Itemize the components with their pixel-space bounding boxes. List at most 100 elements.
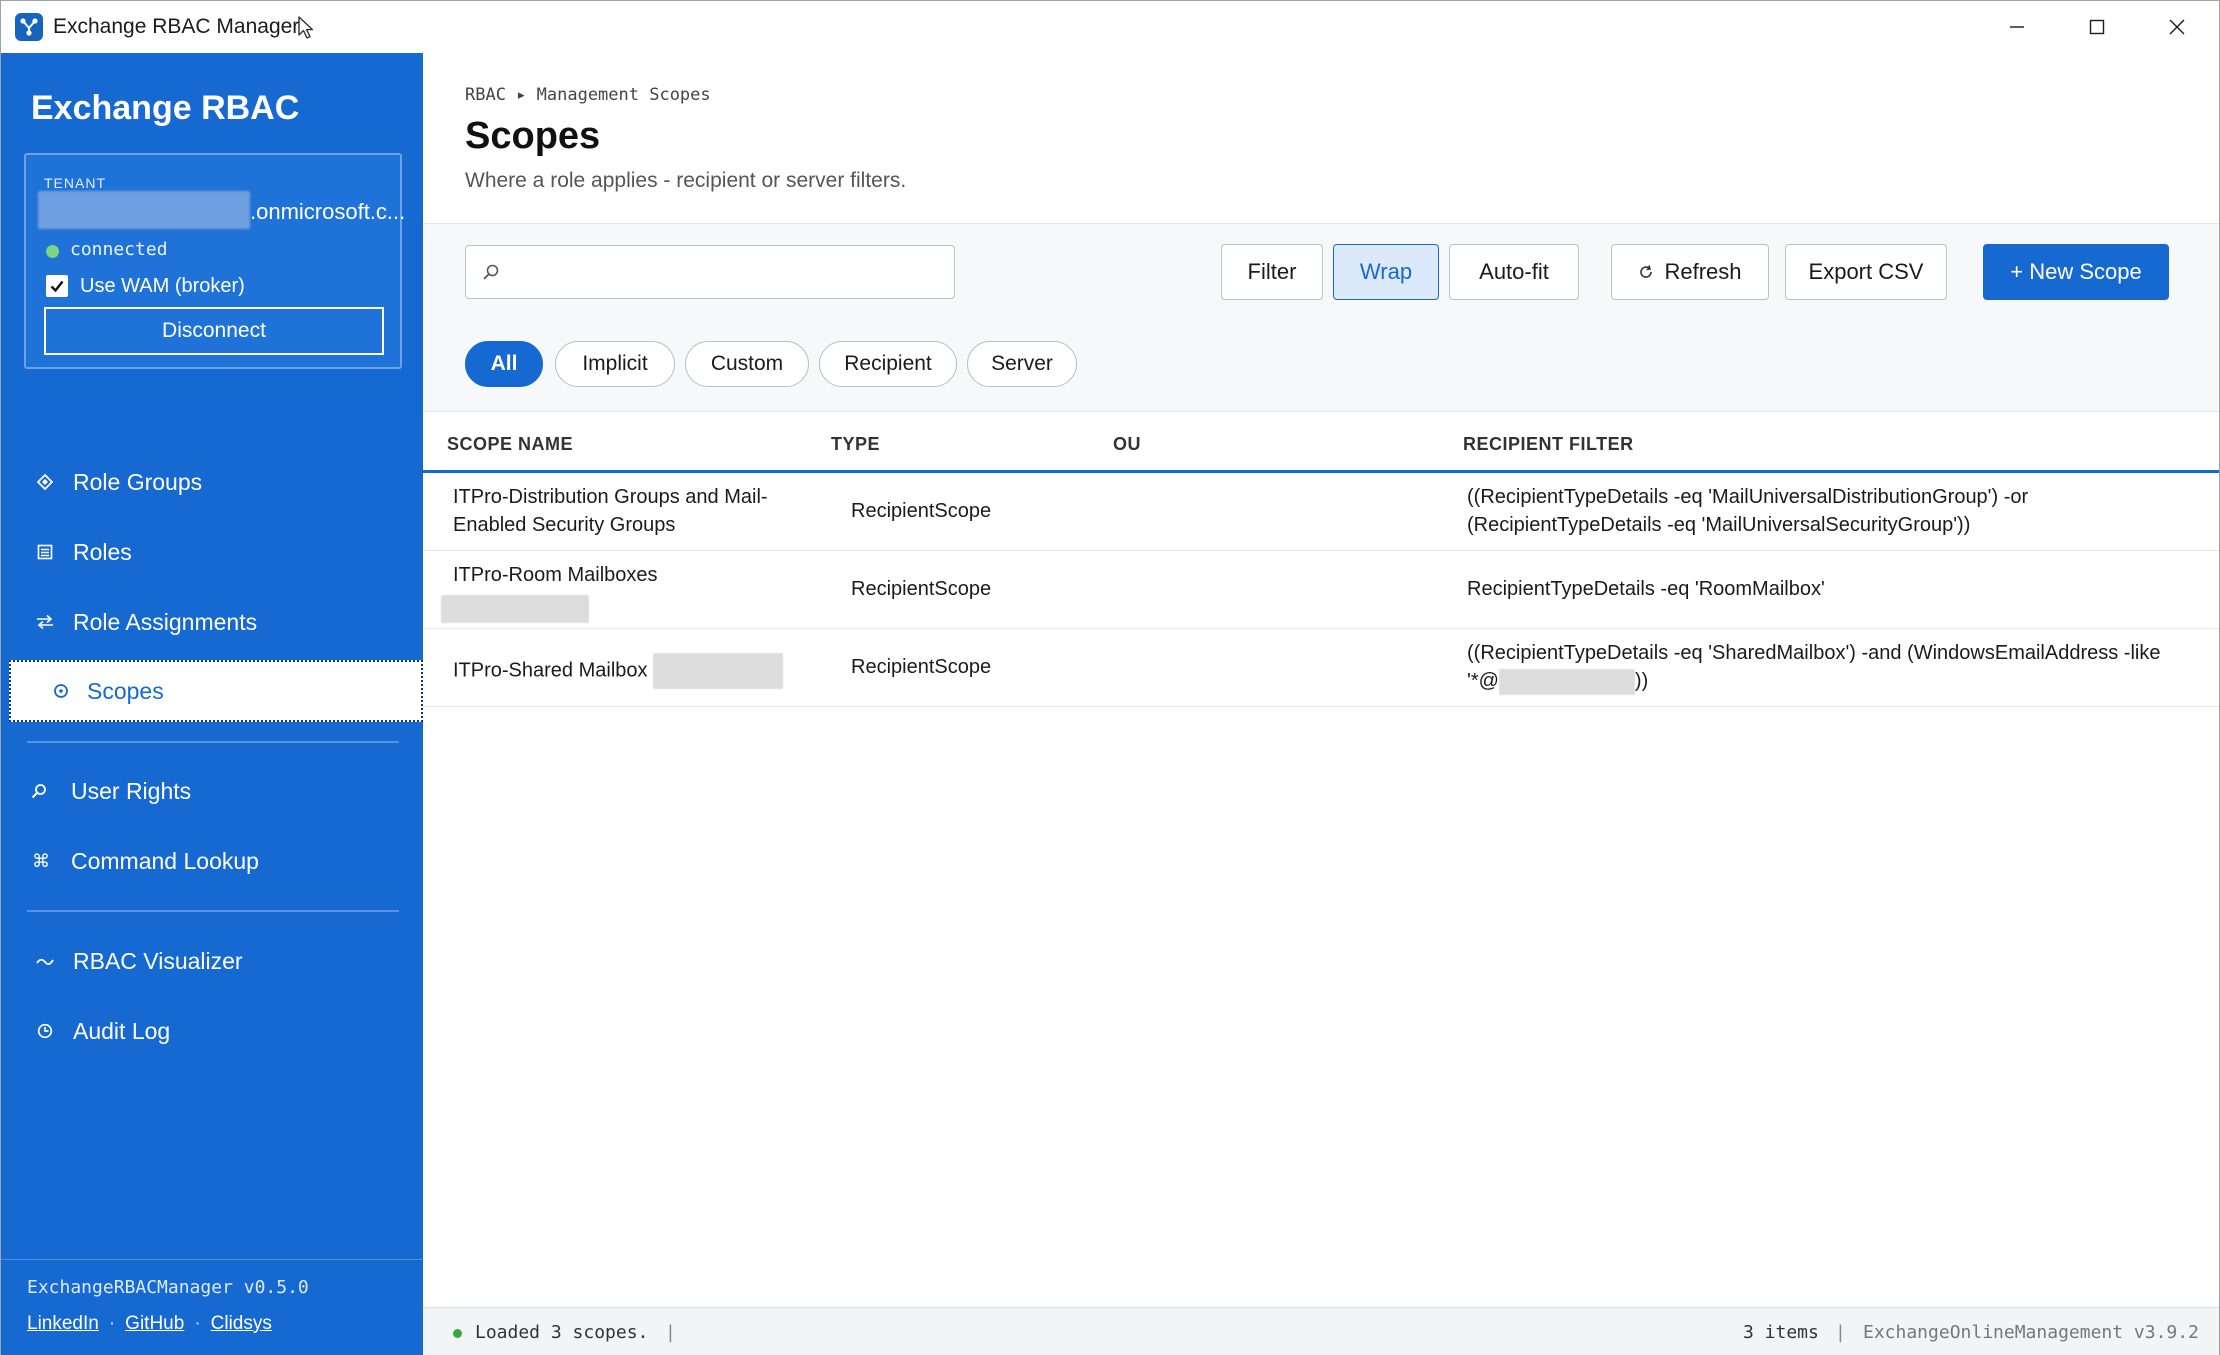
- export-csv-button[interactable]: Export CSV: [1785, 244, 1947, 300]
- wrap-toggle-button[interactable]: Wrap: [1333, 244, 1439, 300]
- chip-recipient[interactable]: Recipient: [819, 341, 957, 387]
- list-icon: [35, 542, 55, 562]
- new-scope-button[interactable]: + New Scope: [1983, 244, 2169, 300]
- maximize-button[interactable]: [2057, 1, 2137, 53]
- scope-name-cell: ITPro-Shared Mailbox: [453, 653, 784, 689]
- filter-line: ((RecipientTypeDetails -eq 'MailUniversa…: [1467, 486, 2029, 508]
- tenant-name-redacted: [38, 191, 250, 229]
- maximize-icon: [2089, 19, 2105, 35]
- nav-label: Scopes: [87, 677, 164, 704]
- autofit-button[interactable]: Auto-fit: [1449, 244, 1579, 300]
- link-separator: ·: [108, 1313, 116, 1334]
- chip-all[interactable]: All: [465, 341, 543, 387]
- refresh-button[interactable]: Refresh: [1611, 244, 1769, 300]
- page-title: Scopes: [465, 115, 601, 157]
- filter-line-2: '*@)): [1467, 667, 2160, 695]
- checkmark-icon: [50, 280, 64, 293]
- tenant-card: TENANT .onmicrosoft.c... connected Use W…: [24, 153, 406, 369]
- redacted-text: [1498, 668, 1635, 695]
- scope-name-cell: ITPro-Distribution Groups and Mail- Enab…: [453, 483, 768, 539]
- recipient-filter-cell: RecipientTypeDetails -eq 'RoomMailbox': [1467, 578, 1825, 600]
- app-version: ExchangeRBACManager v0.5.0: [27, 1277, 309, 1298]
- sidebar-brand: Exchange RBAC: [31, 89, 300, 127]
- title-bar: Exchange RBAC Manager: [1, 1, 2219, 53]
- scope-name-line: ITPro-Shared Mailbox: [453, 659, 648, 682]
- clidsys-link[interactable]: Clidsys: [211, 1313, 272, 1335]
- nav-item-command-lookup[interactable]: ⌘ Command Lookup: [1, 830, 423, 892]
- page-subtitle: Where a role applies - recipient or serv…: [465, 169, 907, 192]
- sidebar: Exchange RBAC TENANT .onmicrosoft.c... c…: [1, 53, 423, 1355]
- nav-label: User Rights: [71, 777, 192, 804]
- column-header-ou[interactable]: OU: [1113, 434, 1141, 455]
- redacted-text: [441, 595, 589, 623]
- status-ok-dot: [453, 1329, 462, 1338]
- linkedin-link[interactable]: LinkedIn: [27, 1313, 99, 1335]
- nav-item-rbac-visualizer[interactable]: RBAC Visualizer: [1, 930, 423, 992]
- table-row[interactable]: ITPro-Room Mailboxes RecipientScope Reci…: [423, 551, 2219, 629]
- status-separator: |: [1835, 1322, 1846, 1343]
- module-version: ExchangeOnlineManagement v3.9.2: [1863, 1322, 2199, 1343]
- status-message: Loaded 3 scopes.: [475, 1322, 649, 1343]
- tenant-domain: .onmicrosoft.c...: [250, 199, 406, 224]
- table-row[interactable]: ITPro-Distribution Groups and Mail- Enab…: [423, 473, 2219, 551]
- nav-item-user-rights[interactable]: User Rights: [1, 760, 423, 822]
- status-bar: Loaded 3 scopes. | 3 items | ExchangeOnl…: [423, 1307, 2219, 1355]
- search-input[interactable]: [465, 245, 955, 299]
- diamond-icon: [35, 472, 55, 492]
- mouse-cursor-icon: [298, 16, 314, 39]
- scope-name-line: ITPro-Room Mailboxes: [453, 564, 658, 586]
- nav-item-role-assignments[interactable]: Role Assignments: [1, 591, 423, 653]
- refresh-label: Refresh: [1664, 259, 1742, 284]
- link-separator: ·: [194, 1313, 201, 1334]
- table-row[interactable]: ITPro-Shared Mailbox RecipientScope ((Re…: [423, 629, 2219, 707]
- column-header-type[interactable]: TYPE: [831, 434, 880, 455]
- clock-icon: [35, 1021, 55, 1041]
- type-cell: RecipientScope: [851, 500, 992, 522]
- nav-label: Role Groups: [73, 468, 203, 495]
- table-header: SCOPE NAME TYPE OU RECIPIENT FILTER: [423, 411, 2219, 473]
- footer-divider: [1, 1259, 423, 1260]
- column-header-scope-name[interactable]: SCOPE NAME: [447, 434, 573, 455]
- redacted-text: [653, 653, 784, 689]
- close-icon: [2169, 19, 2185, 35]
- nav-item-role-groups[interactable]: Role Groups: [1, 451, 423, 513]
- connection-status: connected: [70, 239, 168, 260]
- window-title: Exchange RBAC Manager: [53, 15, 300, 38]
- search-icon: [483, 264, 499, 280]
- item-count: 3 items: [1743, 1322, 1819, 1343]
- nav-item-scopes[interactable]: Scopes: [9, 660, 423, 722]
- wam-checkbox[interactable]: [46, 275, 68, 297]
- connection-status-dot: [46, 245, 59, 258]
- nav-label: Command Lookup: [71, 847, 259, 874]
- nav-divider: [27, 910, 399, 912]
- chip-custom[interactable]: Custom: [685, 341, 809, 387]
- type-cell: RecipientScope: [851, 656, 992, 678]
- nav-item-audit-log[interactable]: Audit Log: [1, 1000, 423, 1062]
- scope-name-cell: ITPro-Room Mailboxes: [453, 561, 658, 589]
- chip-implicit[interactable]: Implicit: [555, 341, 675, 387]
- nav-item-roles[interactable]: Roles: [1, 521, 423, 583]
- filter-line: (RecipientTypeDetails -eq 'MailUniversal…: [1467, 514, 1971, 536]
- chip-server[interactable]: Server: [967, 341, 1077, 387]
- disconnect-button[interactable]: Disconnect: [44, 307, 384, 355]
- filter-line-suffix: )): [1634, 670, 1649, 692]
- nav-label: Role Assignments: [73, 608, 258, 635]
- nav-label: RBAC Visualizer: [73, 947, 243, 974]
- scope-name-line: ITPro-Distribution Groups and Mail-: [453, 486, 768, 508]
- app-window: Exchange RBAC Manager Exchange RBAC TENA…: [0, 0, 2220, 1355]
- main-content: RBAC ▸ Management Scopes Scopes Where a …: [423, 53, 2219, 1355]
- filter-line-prefix: '*@: [1467, 670, 1499, 692]
- minimize-button[interactable]: [1977, 1, 2057, 53]
- close-button[interactable]: [2137, 1, 2217, 53]
- type-cell: RecipientScope: [851, 578, 992, 600]
- github-link[interactable]: GitHub: [125, 1313, 184, 1335]
- nav-label: Audit Log: [73, 1017, 171, 1044]
- recipient-filter-cell: ((RecipientTypeDetails -eq 'MailUniversa…: [1467, 483, 2028, 539]
- tenant-label: TENANT: [44, 175, 106, 191]
- app-logo-icon: [15, 13, 43, 41]
- column-header-recipient-filter[interactable]: RECIPIENT FILTER: [1463, 434, 1634, 455]
- wam-label[interactable]: Use WAM (broker): [80, 275, 245, 298]
- recipient-filter-cell: ((RecipientTypeDetails -eq 'SharedMailbo…: [1467, 639, 2160, 695]
- filter-button[interactable]: Filter: [1221, 244, 1323, 300]
- trend-icon: [35, 951, 55, 971]
